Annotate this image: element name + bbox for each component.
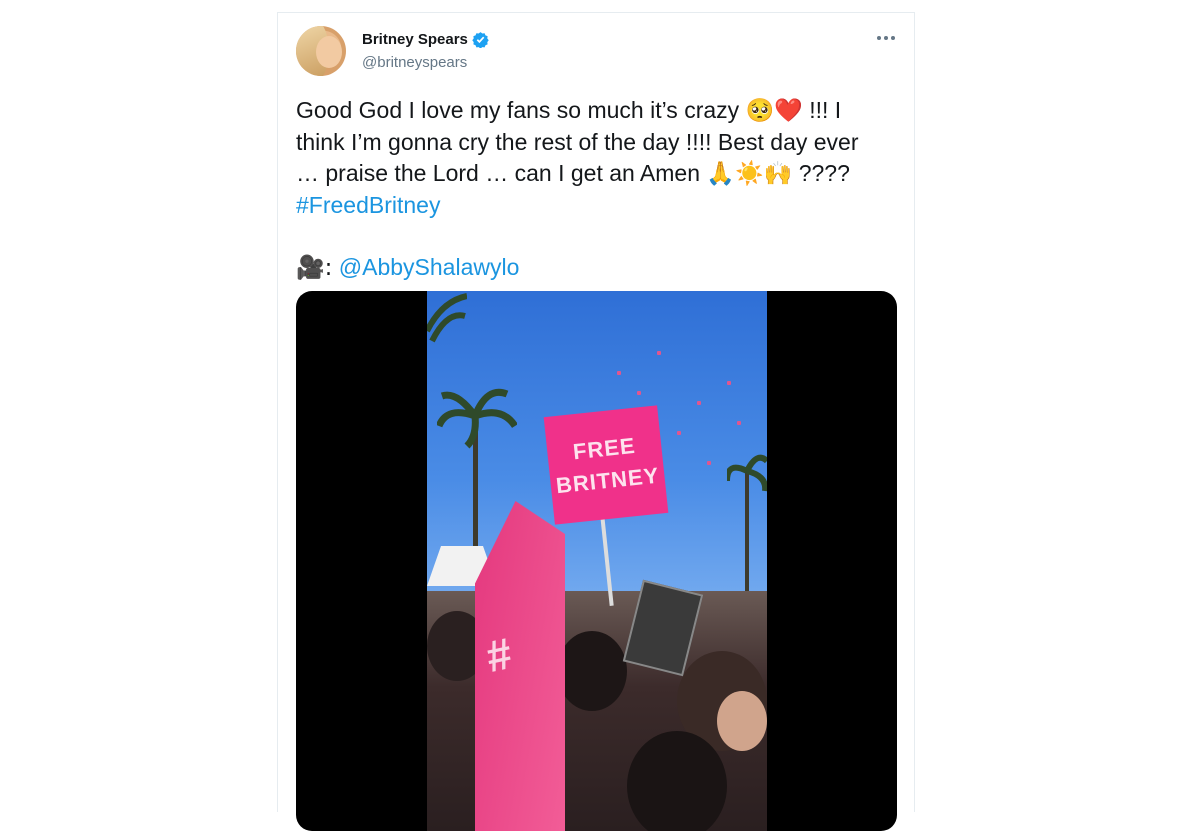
emoji-pleading-heart: 🥺❤️ bbox=[745, 98, 803, 124]
palm-tree-image bbox=[427, 293, 467, 343]
hashtag-link[interactable]: #FreedBritney bbox=[296, 190, 901, 221]
avatar[interactable] bbox=[296, 26, 346, 76]
free-britney-sign: FREE BRITNEY bbox=[543, 405, 669, 525]
tweet-line-1: Good God I love my fans so much it’s cra… bbox=[296, 97, 842, 124]
author-name[interactable]: Britney Spears bbox=[362, 31, 468, 48]
tweet-line-3: … praise the Lord … can I get an Amen 🙏☀… bbox=[296, 160, 850, 187]
author-row: Britney Spears bbox=[362, 31, 489, 48]
tweet-line-2: think I’m gonna cry the rest of the day … bbox=[296, 129, 859, 155]
tweet-text: Good God I love my fans so much it’s cra… bbox=[296, 95, 901, 284]
video-camera-icon: 🎥: bbox=[296, 255, 333, 281]
mention-link[interactable]: @AbbyShalawylo bbox=[339, 254, 520, 280]
verified-badge-icon bbox=[472, 32, 489, 48]
credit-line: 🎥: @AbbyShalawylo bbox=[296, 252, 901, 284]
palm-tree-image bbox=[437, 388, 517, 546]
video-player[interactable]: FREE BRITNEY # bbox=[296, 291, 897, 831]
palm-tree-image bbox=[727, 454, 767, 611]
emoji-pray-sun-hands: 🙏☀️🙌 bbox=[706, 161, 793, 187]
author-handle[interactable]: @britneyspears bbox=[362, 54, 467, 71]
video-frame[interactable]: FREE BRITNEY # bbox=[427, 291, 767, 831]
more-options-icon[interactable] bbox=[876, 31, 896, 45]
tweet-card: Britney Spears @britneyspears Good God I… bbox=[277, 12, 915, 831]
